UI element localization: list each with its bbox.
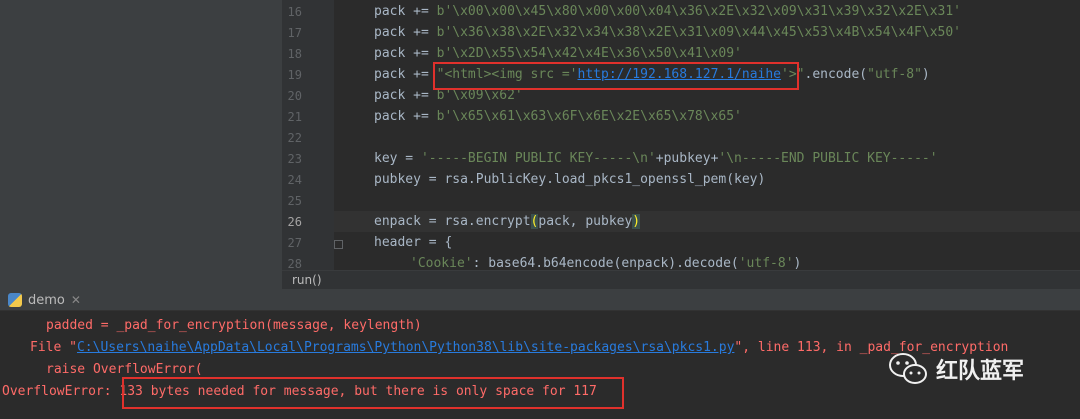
tab-label: demo	[28, 292, 65, 308]
line-number: 28	[287, 257, 302, 271]
code-line: 'Cookie': base64.b64encode(enpack).decod…	[410, 256, 802, 271]
line-number: 19	[287, 68, 302, 82]
code-line: pubkey = rsa.PublicKey.load_pkcs1_openss…	[374, 172, 766, 187]
project-panel	[0, 0, 282, 289]
line-number: 27	[287, 236, 302, 250]
close-icon[interactable]: ✕	[71, 293, 81, 307]
line-number: 25	[287, 194, 302, 208]
code-line: pack += b'\x36\x38\x2E\x32\x34\x38\x2E\x…	[374, 25, 962, 40]
code-line: pack += b'\x09\x62'	[374, 88, 523, 103]
console-line: padded = _pad_for_encryption(message, ke…	[46, 318, 422, 333]
code-line: key = '-----BEGIN PUBLIC KEY-----\n'+pub…	[374, 151, 938, 166]
tab-demo[interactable]: demo ✕	[0, 289, 89, 311]
line-number: 24	[287, 173, 302, 187]
watermark: 红队蓝军	[888, 352, 1024, 386]
highlight-box	[122, 377, 624, 409]
line-number: 23	[287, 152, 302, 166]
line-number: 21	[287, 110, 302, 124]
code-line: enpack = rsa.encrypt(pack, pubkey)	[374, 214, 641, 229]
line-number: 22	[287, 131, 302, 145]
highlight-box	[433, 62, 799, 90]
line-number: 26	[287, 215, 302, 229]
code-line: pack += b'\x2D\x55\x54\x42\x4E\x36\x50\x…	[374, 46, 742, 61]
code-line: pack += b'\x65\x61\x63\x6F\x6E\x2E\x65\x…	[374, 109, 742, 124]
fold-icon[interactable]	[334, 240, 343, 249]
run-tab-bar: demo ✕	[0, 289, 1080, 311]
code-line: header = {	[374, 235, 453, 250]
code-line: pack += b'\x00\x00\x45\x80\x00\x00\x04\x…	[374, 4, 962, 19]
wechat-icon	[889, 353, 927, 384]
console-line: raise OverflowError(	[46, 362, 203, 377]
watermark-text: 红队蓝军	[936, 359, 1025, 384]
line-number: 16	[287, 5, 302, 19]
line-number: 20	[287, 89, 302, 103]
file-path-link[interactable]: C:\Users\naihe\AppData\Local\Programs\Py…	[77, 340, 734, 355]
line-number: 17	[287, 26, 302, 40]
python-icon	[8, 293, 22, 307]
console-line: File "C:\Users\naihe\AppData\Local\Progr…	[30, 340, 1009, 355]
breadcrumb[interactable]: run()	[282, 270, 1080, 289]
line-number: 18	[287, 47, 302, 61]
